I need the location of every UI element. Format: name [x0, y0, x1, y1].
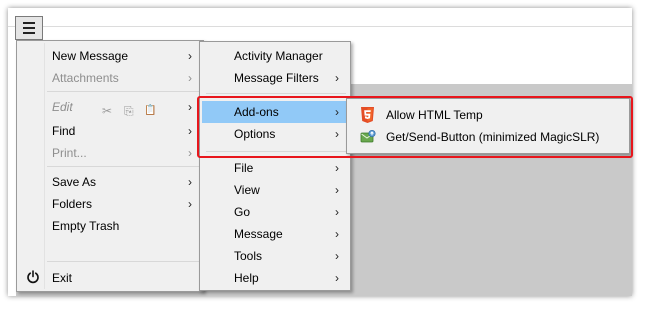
- menu-item-label: Tools: [234, 249, 263, 263]
- menu-item-print[interactable]: Print... ›: [18, 142, 202, 164]
- menu-item-label: Allow HTML Temp: [386, 108, 483, 122]
- menu-item-label: Go: [234, 205, 251, 219]
- chevron-right-icon: ›: [188, 71, 192, 85]
- menu-separator: [206, 93, 346, 94]
- menu-item-label: Activity Manager: [234, 49, 323, 63]
- menu-item-empty-trash[interactable]: Empty Trash: [18, 215, 202, 237]
- menu-item-label: Print...: [52, 146, 87, 160]
- menu-item-allow-html-temp[interactable]: Allow HTML Temp: [348, 104, 628, 126]
- menu-item-label: Attachments: [52, 71, 119, 85]
- chevron-right-icon: ›: [188, 175, 192, 189]
- magicslr-icon: [360, 129, 376, 143]
- menu-item-label: Help: [234, 271, 259, 285]
- menu-item-label: Save As: [52, 175, 97, 189]
- app-menu-button[interactable]: [15, 16, 43, 40]
- menu-item-file[interactable]: File ›: [201, 157, 349, 179]
- menu-separator: [47, 261, 199, 262]
- menu-item-label: New Message: [52, 49, 129, 63]
- menu-item-label: Folders: [52, 197, 93, 211]
- menu-item-label: Add-ons: [234, 105, 279, 119]
- add-ons-submenu: Allow HTML Temp Get/Send-Button (minimiz…: [346, 98, 630, 154]
- chevron-right-icon: ›: [335, 227, 339, 241]
- menu-item-add-ons[interactable]: Add-ons ›: [202, 101, 348, 123]
- chevron-right-icon: ›: [335, 105, 339, 119]
- hamburger-icon-bar: [23, 22, 35, 24]
- menu-item-view[interactable]: View ›: [201, 179, 349, 201]
- chevron-right-icon: ›: [335, 127, 339, 141]
- menu-item-label: Edit: [52, 100, 73, 114]
- menu-item-label: Find: [52, 124, 76, 138]
- menu-item-message-filters[interactable]: Message Filters ›: [201, 67, 349, 89]
- chevron-right-icon: ›: [335, 71, 339, 85]
- menu-item-label: Exit: [52, 271, 73, 285]
- app-main-menu: New Message › Attachments › Edit ✂ ⎘ 📋 ›…: [16, 40, 204, 292]
- menu-item-folders[interactable]: Folders ›: [18, 193, 202, 215]
- menu-item-save-as[interactable]: Save As ›: [18, 171, 202, 193]
- menu-separator: [47, 91, 199, 92]
- chevron-right-icon: ›: [188, 197, 192, 211]
- toolbar-divider: [8, 26, 632, 27]
- menu-item-exit[interactable]: Exit: [18, 267, 202, 289]
- menu-separator: [206, 151, 346, 152]
- paste-icon[interactable]: 📋: [144, 100, 156, 122]
- chevron-right-icon: ›: [188, 49, 192, 63]
- hamburger-icon-bar: [23, 27, 35, 29]
- menu-item-get-send-button[interactable]: Get/Send-Button (minimized MagicSLR): [348, 126, 628, 148]
- copy-icon[interactable]: ⎘: [124, 100, 134, 122]
- hamburger-icon-bar: [23, 32, 35, 34]
- menu-item-go[interactable]: Go ›: [201, 201, 349, 223]
- menu-item-attachments[interactable]: Attachments ›: [18, 67, 202, 89]
- menu-item-label: Options: [234, 127, 276, 141]
- html5-icon: [361, 107, 374, 123]
- cut-icon[interactable]: ✂: [102, 100, 112, 122]
- menu-item-label: View: [234, 183, 260, 197]
- menu-item-label: File: [234, 161, 254, 175]
- power-icon: [27, 270, 39, 284]
- chevron-right-icon: ›: [335, 183, 339, 197]
- menu-item-activity-manager[interactable]: Activity Manager: [201, 45, 349, 67]
- menu-item-label: Empty Trash: [52, 219, 120, 233]
- chevron-right-icon: ›: [335, 161, 339, 175]
- menu-item-edit[interactable]: Edit ✂ ⎘ 📋 ›: [18, 96, 202, 118]
- menu-item-message[interactable]: Message ›: [201, 223, 349, 245]
- chevron-right-icon: ›: [335, 205, 339, 219]
- menu-item-help[interactable]: Help ›: [201, 267, 349, 289]
- menu-separator: [47, 166, 199, 167]
- menu-item-label: Message: [234, 227, 283, 241]
- menu-item-tools[interactable]: Tools ›: [201, 245, 349, 267]
- menu-item-find[interactable]: Find ›: [18, 120, 202, 142]
- menu-item-label: Get/Send-Button (minimized MagicSLR): [386, 130, 600, 144]
- chevron-right-icon: ›: [188, 100, 192, 114]
- menu-item-label: Message Filters: [234, 71, 319, 85]
- folder-pane-edge: [8, 84, 16, 296]
- menu-item-options[interactable]: Options ›: [201, 123, 349, 145]
- chevron-right-icon: ›: [335, 249, 339, 263]
- menu-item-new-message[interactable]: New Message ›: [18, 45, 202, 67]
- chevron-right-icon: ›: [335, 271, 339, 285]
- more-submenu: Activity Manager Message Filters › Add-o…: [199, 41, 351, 291]
- chevron-right-icon: ›: [188, 124, 192, 138]
- chevron-right-icon: ›: [188, 146, 192, 160]
